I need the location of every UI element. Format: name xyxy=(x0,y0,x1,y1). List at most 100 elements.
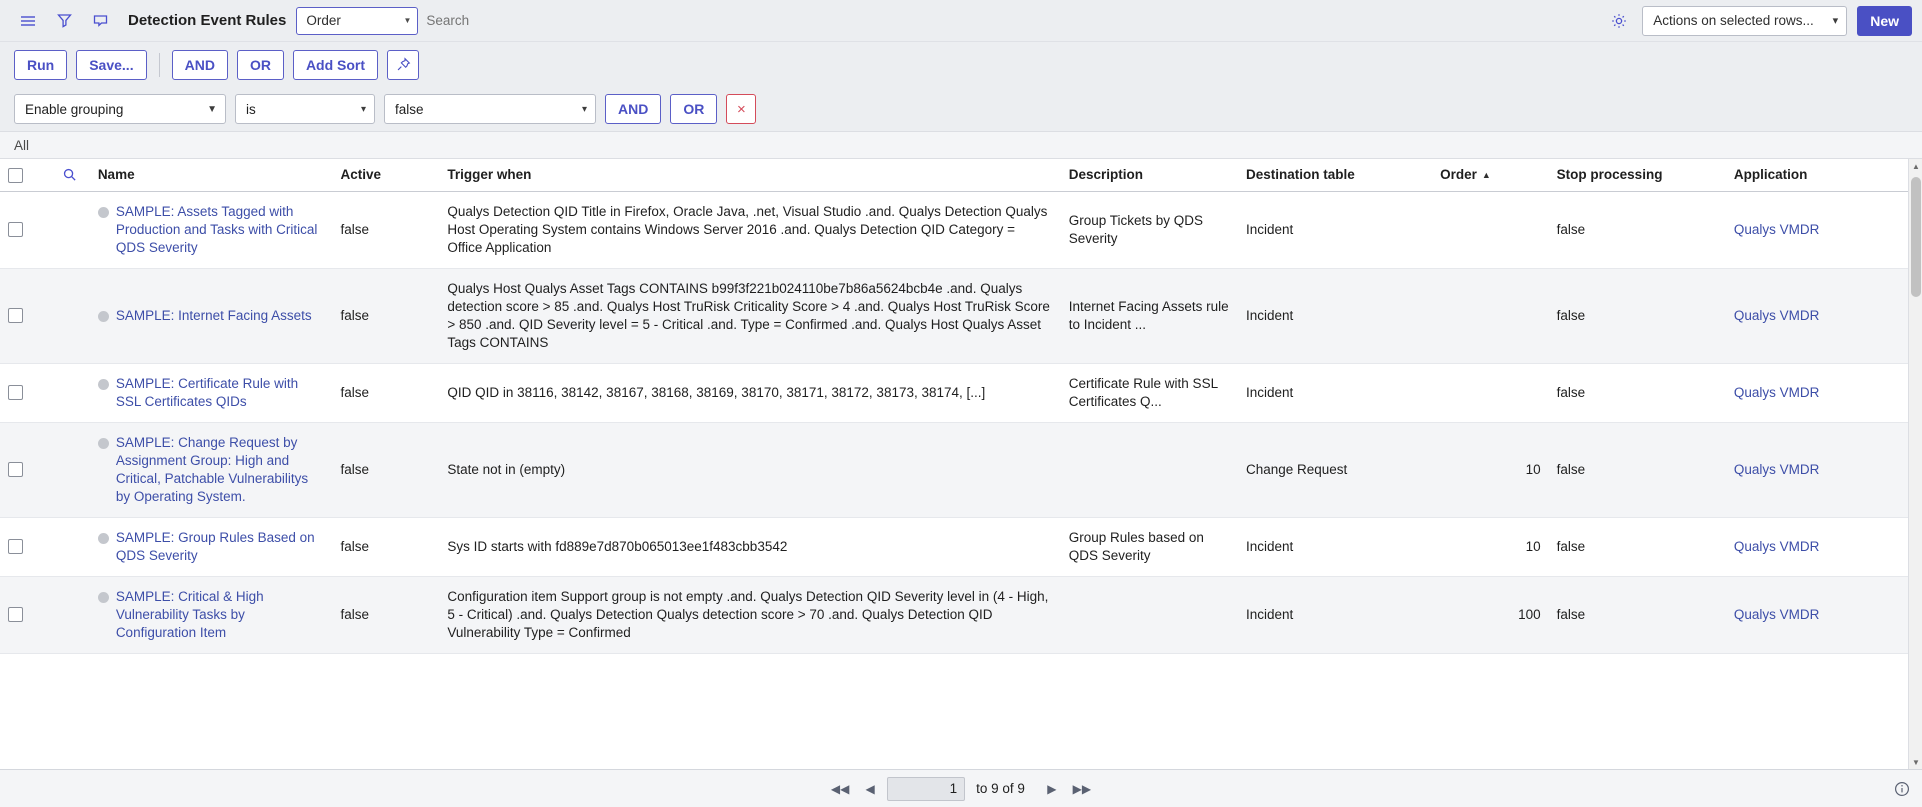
row-application-cell: Qualys VMDR xyxy=(1725,268,1908,364)
row-description-cell: Certificate Rule with SSL Certificates Q… xyxy=(1060,363,1238,423)
row-select-cell xyxy=(0,363,49,423)
row-application-cell: Qualys VMDR xyxy=(1725,576,1908,654)
record-link[interactable]: SAMPLE: Assets Tagged with Production an… xyxy=(116,203,325,257)
previous-page-button[interactable]: ◀ xyxy=(857,777,883,801)
scroll-down-icon[interactable]: ▼ xyxy=(1909,755,1922,769)
row-checkbox[interactable] xyxy=(8,539,23,555)
application-link[interactable]: Qualys VMDR xyxy=(1734,607,1820,622)
filter-or-button[interactable]: OR xyxy=(670,94,718,124)
row-select-cell xyxy=(0,191,49,269)
search-input[interactable] xyxy=(418,6,569,35)
column-header-active[interactable]: Active xyxy=(332,159,440,192)
add-sort-button[interactable]: Add Sort xyxy=(292,49,379,80)
new-button[interactable]: New xyxy=(1857,5,1912,36)
first-page-button[interactable]: ◀◀ xyxy=(827,777,853,801)
filter-operator-select[interactable]: is ▾ xyxy=(235,94,375,124)
chevron-down-icon: ▼ xyxy=(207,103,217,115)
actions-on-selected-rows-select[interactable]: Actions on selected rows... ▾ xyxy=(1642,5,1848,36)
row-trigger-cell: QID QID in 38116, 38142, 38167, 38168, 3… xyxy=(439,363,1061,423)
row-order-cell: 10 xyxy=(1432,517,1549,577)
row-spacer-cell xyxy=(48,363,90,423)
row-name-cell: SAMPLE: Critical & High Vulnerability Ta… xyxy=(89,576,333,654)
row-checkbox[interactable] xyxy=(8,607,23,623)
row-select-cell xyxy=(0,422,49,518)
column-header-stop-processing[interactable]: Stop processing xyxy=(1548,159,1726,192)
row-checkbox[interactable] xyxy=(8,462,23,478)
order-select[interactable]: Order ▼ xyxy=(296,6,419,35)
filter-field-select[interactable]: Enable grouping ▼ xyxy=(14,94,226,124)
filter-remove-button[interactable]: × xyxy=(726,94,757,124)
column-header-application[interactable]: Application xyxy=(1725,159,1908,192)
column-header-name[interactable]: Name xyxy=(89,159,333,192)
column-header-description[interactable]: Description xyxy=(1060,159,1238,192)
row-trigger-cell: Sys ID starts with fd889e7d870b065013ee1… xyxy=(439,517,1061,577)
application-link[interactable]: Qualys VMDR xyxy=(1734,462,1820,477)
table-row[interactable]: SAMPLE: Certificate Rule with SSL Certif… xyxy=(0,363,1908,423)
table-row[interactable]: SAMPLE: Assets Tagged with Production an… xyxy=(0,191,1908,269)
column-header-order[interactable]: Order ▲ xyxy=(1432,159,1549,192)
application-link[interactable]: Qualys VMDR xyxy=(1734,222,1820,237)
info-icon[interactable] xyxy=(1894,781,1910,797)
row-checkbox[interactable] xyxy=(8,222,23,238)
and-button[interactable]: AND xyxy=(171,49,228,80)
hamburger-icon[interactable] xyxy=(14,7,42,35)
record-link[interactable]: SAMPLE: Certificate Rule with SSL Certif… xyxy=(116,375,325,411)
scroll-up-icon[interactable]: ▲ xyxy=(1909,159,1922,173)
scrollbar-thumb[interactable] xyxy=(1911,177,1921,297)
next-page-button[interactable]: ▶ xyxy=(1039,777,1065,801)
application-link[interactable]: Qualys VMDR xyxy=(1734,539,1820,554)
record-link[interactable]: SAMPLE: Change Request by Assignment Gro… xyxy=(116,434,325,506)
save-button[interactable]: Save... xyxy=(76,49,147,80)
row-stop-cell: false xyxy=(1548,191,1726,269)
last-page-button[interactable]: ▶▶ xyxy=(1069,777,1095,801)
application-link[interactable]: Qualys VMDR xyxy=(1734,385,1820,400)
row-name-cell: SAMPLE: Certificate Rule with SSL Certif… xyxy=(89,363,333,423)
records-table: Name Active Trigger when Description Des… xyxy=(0,159,1908,654)
row-trigger-cell: Qualys Detection QID Title in Firefox, O… xyxy=(439,191,1061,269)
row-trigger-cell: Qualys Host Qualys Asset Tags CONTAINS b… xyxy=(439,268,1061,364)
row-stop-cell: false xyxy=(1548,517,1726,577)
vertical-scrollbar[interactable]: ▲ ▼ xyxy=(1908,159,1922,769)
row-destination-cell: Change Request xyxy=(1237,422,1433,518)
run-button[interactable]: Run xyxy=(14,49,68,80)
status-badge xyxy=(97,532,109,544)
application-link[interactable]: Qualys VMDR xyxy=(1734,308,1820,323)
row-active-cell: false xyxy=(332,517,440,577)
records-table-container: Name Active Trigger when Description Des… xyxy=(0,159,1922,769)
funnel-icon[interactable] xyxy=(50,7,78,35)
table-row[interactable]: SAMPLE: Change Request by Assignment Gro… xyxy=(0,422,1908,518)
row-description-cell xyxy=(1060,422,1238,518)
page-number-input[interactable] xyxy=(887,776,966,801)
table-row[interactable]: SAMPLE: Group Rules Based on QDS Severit… xyxy=(0,517,1908,577)
breadcrumb[interactable]: All xyxy=(0,131,1922,159)
gear-icon[interactable] xyxy=(1606,8,1632,34)
table-row[interactable]: SAMPLE: Critical & High Vulnerability Ta… xyxy=(0,576,1908,654)
filter-condition-row: Enable grouping ▼ is ▾ false ▾ AND OR × xyxy=(0,87,1922,131)
filter-value-select[interactable]: false ▾ xyxy=(384,94,596,124)
column-header-destination-table[interactable]: Destination table xyxy=(1237,159,1433,192)
speech-bubble-icon[interactable] xyxy=(86,7,114,35)
row-active-cell: false xyxy=(332,191,440,269)
record-link[interactable]: SAMPLE: Critical & High Vulnerability Ta… xyxy=(116,588,325,642)
row-order-cell xyxy=(1432,363,1549,423)
magnifier-icon[interactable] xyxy=(57,167,82,182)
column-header-trigger-when[interactable]: Trigger when xyxy=(439,159,1061,192)
row-description-cell xyxy=(1060,576,1238,654)
table-row[interactable]: SAMPLE: Internet Facing Assets false Qua… xyxy=(0,268,1908,364)
table-header-row: Name Active Trigger when Description Des… xyxy=(0,159,1908,192)
row-checkbox[interactable] xyxy=(8,385,23,401)
or-button[interactable]: OR xyxy=(236,49,284,80)
record-link[interactable]: SAMPLE: Group Rules Based on QDS Severit… xyxy=(116,529,325,565)
status-badge xyxy=(97,310,109,322)
select-all-checkbox[interactable] xyxy=(8,167,23,183)
row-active-cell: false xyxy=(332,268,440,364)
row-name-cell: SAMPLE: Assets Tagged with Production an… xyxy=(89,191,333,269)
record-link[interactable]: SAMPLE: Internet Facing Assets xyxy=(116,307,312,325)
row-application-cell: Qualys VMDR xyxy=(1725,191,1908,269)
chevron-down-icon: ▾ xyxy=(581,103,587,115)
row-checkbox[interactable] xyxy=(8,308,23,324)
status-badge xyxy=(97,378,109,390)
pin-icon[interactable] xyxy=(387,49,420,80)
filter-operator-value: is xyxy=(246,101,256,117)
filter-and-button[interactable]: AND xyxy=(605,94,662,124)
